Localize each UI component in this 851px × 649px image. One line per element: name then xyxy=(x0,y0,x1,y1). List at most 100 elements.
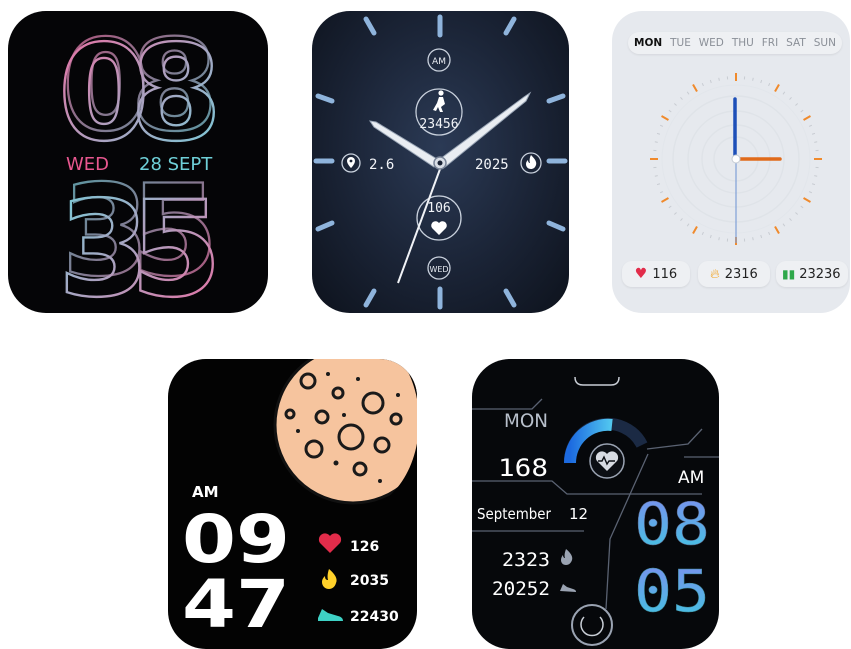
heart-icon xyxy=(318,533,342,553)
calories-value: 2323 xyxy=(502,549,550,571)
minute-digits-inner: 35 xyxy=(62,157,219,304)
watch-face-moon[interactable]: AM 09 47 126 2035 22430 xyxy=(168,359,417,649)
dial-minute-tick xyxy=(656,132,661,135)
calories-value: 2035 xyxy=(350,573,389,589)
dial-hour-tick xyxy=(774,84,780,92)
top-notch xyxy=(574,376,620,386)
dial-minute-tick xyxy=(768,82,771,87)
dial-hour-tick xyxy=(803,115,811,121)
heart-icon xyxy=(431,221,447,235)
watch-face-light-analog[interactable]: MON TUE WED THU FRI SAT SUN ♥ 116 🔥︎ 2316 … xyxy=(612,11,850,313)
heart-icon: ♥ xyxy=(634,266,648,282)
distance-value: 2.6 xyxy=(369,157,394,173)
dial-minute-tick xyxy=(808,191,813,194)
day-label: WED xyxy=(66,154,109,175)
dial-minute-tick xyxy=(709,79,712,84)
minute-digits: 47 xyxy=(182,566,290,643)
neon-face-svg: 08 35 08 35 WED 28 SEPT xyxy=(57,11,223,313)
date-label: 28 SEPT xyxy=(139,154,213,175)
ampm-label: AM xyxy=(192,483,219,501)
dial-minute-tick xyxy=(701,82,704,87)
minute-digits: 05 xyxy=(634,557,710,625)
steps-value: 20252 xyxy=(492,578,550,600)
dial-minute-tick xyxy=(656,183,661,186)
dial-minute-tick xyxy=(811,183,816,186)
dial-minute-tick xyxy=(718,77,720,81)
dial-minute-tick xyxy=(768,231,771,236)
month-label: September xyxy=(477,505,552,523)
dial-minute-tick xyxy=(808,124,813,127)
dial-minute-tick xyxy=(686,223,690,227)
steps-value: 23456 xyxy=(419,117,458,132)
dial-minute-tick xyxy=(668,205,672,209)
date-label: 12 xyxy=(569,505,588,523)
dial-hour-tick xyxy=(661,197,669,203)
walking-icon xyxy=(433,90,445,112)
shoe-icon xyxy=(318,609,343,621)
dial-minute-tick xyxy=(752,77,754,81)
dial-minute-tick xyxy=(782,91,786,95)
dial-minute-tick xyxy=(680,218,683,222)
dial-minute-tick xyxy=(659,191,664,194)
dial-minute-tick xyxy=(800,109,804,113)
calories-value: 2316 xyxy=(724,266,758,282)
day-label: MON xyxy=(504,410,548,432)
crown-ring xyxy=(571,604,613,646)
location-pin-icon xyxy=(347,157,355,168)
dial-minute-tick xyxy=(760,234,763,239)
dial-minute-tick xyxy=(795,212,799,215)
dial-minute-tick xyxy=(686,91,690,95)
hour-digits: 08 xyxy=(634,490,710,558)
footprint-icon: ▮▮ xyxy=(782,267,796,281)
day-label: WED xyxy=(429,265,448,274)
tech-face-svg: MON 168 September 12 AM 2323 20252 08 05 xyxy=(472,376,719,646)
watch-face-neon-digital[interactable]: 08 35 08 35 WED 28 SEPT xyxy=(8,11,268,313)
dial-minute-tick xyxy=(800,205,804,209)
dial-minute-tick xyxy=(673,212,677,215)
dial-hour-tick xyxy=(661,115,669,121)
dial-minute-tick xyxy=(789,96,792,100)
flame-icon xyxy=(526,155,537,169)
watch-face-analog[interactable]: AM 23456 2.6 2025 106 WED xyxy=(312,11,569,313)
dial-minute-tick xyxy=(659,124,664,127)
heart-rate-ring xyxy=(563,417,648,479)
watch-face-tech[interactable]: MON 168 September 12 AM 2323 20252 08 05 xyxy=(472,359,719,649)
dial-minute-tick xyxy=(782,223,786,227)
dial-minute-tick xyxy=(673,103,677,106)
steps-value: 23236 xyxy=(799,266,841,282)
flame-icon xyxy=(561,549,573,565)
dial-minute-tick xyxy=(654,175,658,177)
ampm-label: AM xyxy=(678,468,704,488)
heart-value: 116 xyxy=(652,266,678,282)
dial-minute-tick xyxy=(718,237,720,241)
dial-minute-tick xyxy=(760,79,763,84)
dial-minute-tick xyxy=(814,175,818,177)
flame-icon xyxy=(322,569,337,589)
dial-minute-tick xyxy=(752,237,754,241)
dial-minute-tick xyxy=(789,218,792,222)
dial-minute-tick xyxy=(654,141,658,143)
dial-minute-tick xyxy=(814,141,818,143)
flame-icon: 🔥︎ xyxy=(710,266,720,282)
ampm-label: AM xyxy=(432,57,446,67)
moon-illustration xyxy=(273,359,417,505)
dial-minute-tick xyxy=(795,103,799,106)
dial-minute-tick xyxy=(709,234,712,239)
dial-hour-tick xyxy=(803,197,811,203)
dial-hour-tick xyxy=(692,226,698,234)
dial-minute-tick xyxy=(680,96,683,100)
steps-value: 22430 xyxy=(350,609,399,625)
moon-face-svg: AM 09 47 126 2035 22430 xyxy=(182,359,417,643)
heart-chip: ♥ 116 xyxy=(622,261,690,287)
calories-chip: 🔥︎ 2316 xyxy=(698,261,770,287)
heart-value: 126 xyxy=(350,539,379,555)
dial-hour-tick xyxy=(692,84,698,92)
analog-face-svg: AM 23456 2.6 2025 106 WED xyxy=(313,14,568,310)
dial-minute-tick xyxy=(811,132,816,135)
hour-digits-inner: 08 xyxy=(62,12,219,159)
dial-minute-tick xyxy=(701,231,704,236)
steps-chip: ▮▮ 23236 xyxy=(776,261,848,287)
shoe-icon xyxy=(560,584,576,592)
dial-hour-tick xyxy=(774,226,780,234)
heart-value: 168 xyxy=(498,454,548,482)
